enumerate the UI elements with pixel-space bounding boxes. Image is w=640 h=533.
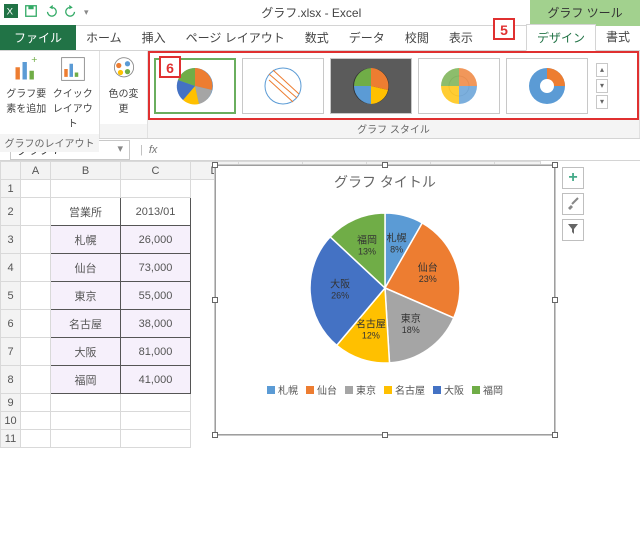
table-header[interactable]: 営業所 [51, 198, 121, 226]
legend-item: 札幌 [267, 382, 298, 397]
tab-data[interactable]: データ [339, 25, 395, 50]
table-cell[interactable]: 38,000 [121, 310, 191, 338]
table-cell[interactable]: 55,000 [121, 282, 191, 310]
quick-layout-button[interactable]: クイックレイアウト [53, 55, 94, 130]
funnel-icon [567, 223, 579, 238]
tab-home[interactable]: ホーム [76, 25, 132, 50]
table-cell[interactable]: 東京 [51, 282, 121, 310]
tab-page-layout[interactable]: ページ レイアウト [176, 25, 295, 50]
table-cell[interactable]: 81,000 [121, 338, 191, 366]
group-styles-label: グラフ スタイル [148, 120, 639, 138]
gallery-more-icon[interactable]: ▾ [596, 95, 608, 109]
add-chart-element-button[interactable]: + グラフ要素を追加 [6, 55, 47, 115]
svg-text:12%: 12% [362, 331, 380, 341]
window-title: グラフ.xlsx - Excel [93, 4, 530, 21]
table-cell[interactable]: 札幌 [51, 226, 121, 254]
svg-text:東京: 東京 [401, 312, 421, 325]
callout-6: 6 [159, 56, 181, 78]
change-colors-button[interactable]: 色の変更 [106, 55, 141, 115]
table-cell[interactable]: 福岡 [51, 366, 121, 394]
chart-side-buttons: + [562, 167, 584, 241]
legend-item: 大阪 [433, 382, 464, 397]
undo-icon[interactable] [44, 4, 58, 21]
contextual-tab-group: グラフ ツール [530, 0, 640, 26]
legend-item: 東京 [345, 382, 376, 397]
tab-formulas[interactable]: 数式 [295, 25, 339, 50]
pie-chart[interactable]: 札幌8% 仙台23% 東京18% 名古屋12% 大阪26% 福岡13% [285, 198, 485, 378]
chart-object[interactable]: グラフ タイトル 札幌8%仙台23%東京18%名古屋12%大阪26%福岡13% … [215, 165, 555, 435]
worksheet-area: A B C D E F G H I 1 2 営業所 2013/01 3 札幌 2… [0, 161, 640, 448]
chart-style-3[interactable] [330, 58, 412, 114]
table-cell[interactable]: 41,000 [121, 366, 191, 394]
title-bar: X ▾ グラフ.xlsx - Excel グラフ ツール [0, 0, 640, 26]
tab-file[interactable]: ファイル [0, 25, 76, 50]
tab-insert[interactable]: 挿入 [132, 25, 176, 50]
chart-legend: 札幌仙台東京名古屋大阪福岡 [216, 382, 554, 397]
chart-styles-gallery: ▴ ▾ ▾ [148, 51, 639, 120]
svg-text:13%: 13% [358, 247, 376, 257]
legend-item: 福岡 [472, 382, 503, 397]
svg-text:+: + [32, 55, 38, 66]
table-cell[interactable]: 仙台 [51, 254, 121, 282]
svg-text:23%: 23% [419, 274, 437, 284]
gallery-up-icon[interactable]: ▴ [596, 63, 608, 77]
chart-filter-button[interactable] [562, 219, 584, 241]
tab-design[interactable]: デザイン [526, 24, 596, 51]
group-layouts-label: グラフのレイアウト [0, 134, 99, 152]
redo-icon[interactable] [64, 4, 78, 21]
save-icon[interactable] [24, 4, 38, 21]
svg-text:福岡: 福岡 [357, 234, 377, 247]
callout-5: 5 [493, 18, 515, 40]
legend-item: 仙台 [306, 382, 337, 397]
chart-style-2[interactable] [242, 58, 324, 114]
qat-more-icon[interactable]: ▾ [84, 7, 89, 18]
col-header[interactable]: A [21, 162, 51, 180]
tab-review[interactable]: 校閲 [395, 25, 439, 50]
tab-format[interactable]: 書式 [596, 24, 640, 50]
name-box-dropdown-icon[interactable]: ▾ [117, 142, 123, 158]
brush-icon [566, 196, 580, 213]
svg-text:X: X [7, 7, 14, 18]
table-cell[interactable]: 名古屋 [51, 310, 121, 338]
fx-icon[interactable]: fx [149, 144, 158, 156]
table-cell[interactable]: 大阪 [51, 338, 121, 366]
plus-icon: + [568, 169, 577, 187]
table-header[interactable]: 2013/01 [121, 198, 191, 226]
svg-text:26%: 26% [331, 291, 349, 301]
quick-access-toolbar: X ▾ [0, 4, 93, 21]
ribbon-tabs: ファイル ホーム 挿入 ページ レイアウト 数式 データ 校閲 表示 デザイン … [0, 26, 640, 51]
chart-style-5[interactable] [506, 58, 588, 114]
chart-elements-button[interactable]: + [562, 167, 584, 189]
svg-text:8%: 8% [390, 245, 403, 255]
svg-text:18%: 18% [402, 325, 420, 335]
chart-title[interactable]: グラフ タイトル [216, 166, 554, 198]
svg-text:仙台: 仙台 [418, 261, 438, 274]
col-header[interactable]: B [51, 162, 121, 180]
select-all-corner[interactable] [1, 162, 21, 180]
gallery-scroll: ▴ ▾ ▾ [594, 59, 610, 113]
ribbon-body: + グラフ要素を追加 クイックレイアウト グラフのレイアウト 色の変更 [0, 51, 640, 139]
chart-styles-button[interactable] [562, 193, 584, 215]
svg-text:札幌: 札幌 [387, 232, 407, 245]
table-cell[interactable]: 73,000 [121, 254, 191, 282]
excel-icon: X [4, 4, 18, 21]
col-header[interactable]: C [121, 162, 191, 180]
table-cell[interactable]: 26,000 [121, 226, 191, 254]
tab-view[interactable]: 表示 [439, 25, 483, 50]
legend-item: 名古屋 [384, 382, 425, 397]
chart-style-4[interactable] [418, 58, 500, 114]
svg-text:大阪: 大阪 [330, 278, 350, 291]
gallery-down-icon[interactable]: ▾ [596, 79, 608, 93]
svg-text:名古屋: 名古屋 [356, 318, 386, 331]
